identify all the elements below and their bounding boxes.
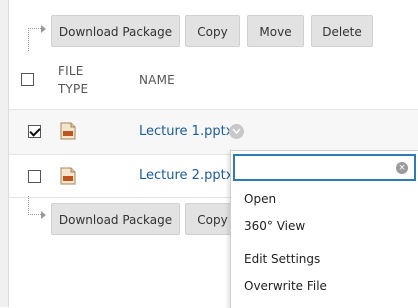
menu-item-edit-settings[interactable]: Edit Settings	[244, 252, 320, 266]
download-package-button[interactable]: Download Package	[51, 15, 180, 47]
menu-search-input[interactable]	[239, 159, 393, 179]
pptx-file-icon	[60, 167, 76, 185]
select-all-checkbox[interactable]	[21, 73, 34, 86]
file-link-lecture-1[interactable]: Lecture 1.pptx	[139, 124, 233, 139]
column-header-name[interactable]: NAME	[139, 71, 175, 89]
menu-item-overwrite-file[interactable]: Overwrite File	[244, 279, 327, 293]
selection-arrow-icon	[28, 196, 46, 219]
menu-item-open[interactable]: Open	[244, 192, 276, 206]
column-header-file-type-line2: TYPE	[58, 82, 89, 96]
selection-arrow-icon	[28, 25, 46, 51]
item-context-menu: × Open 360° View Edit Settings Overwrite…	[230, 150, 418, 308]
menu-item-360-view[interactable]: 360° View	[244, 219, 305, 233]
file-link-lecture-2[interactable]: Lecture 2.pptx	[139, 168, 233, 183]
download-package-button-bottom[interactable]: Download Package	[51, 203, 180, 235]
pptx-file-icon	[60, 122, 76, 140]
row-checkbox-checked[interactable]	[28, 125, 41, 138]
copy-button[interactable]: Copy	[185, 15, 240, 47]
delete-button[interactable]: Delete	[311, 15, 373, 47]
clear-icon[interactable]: ×	[396, 162, 408, 174]
move-button[interactable]: Move	[247, 15, 304, 47]
menu-search-field[interactable]: ×	[233, 154, 416, 181]
column-header-file-type-line1: FILE	[58, 64, 84, 78]
item-options-chevron-icon[interactable]	[229, 124, 244, 139]
column-header-file-type: FILE TYPE	[58, 62, 88, 98]
row-checkbox[interactable]	[28, 170, 41, 183]
left-panel-strip	[0, 0, 9, 307]
